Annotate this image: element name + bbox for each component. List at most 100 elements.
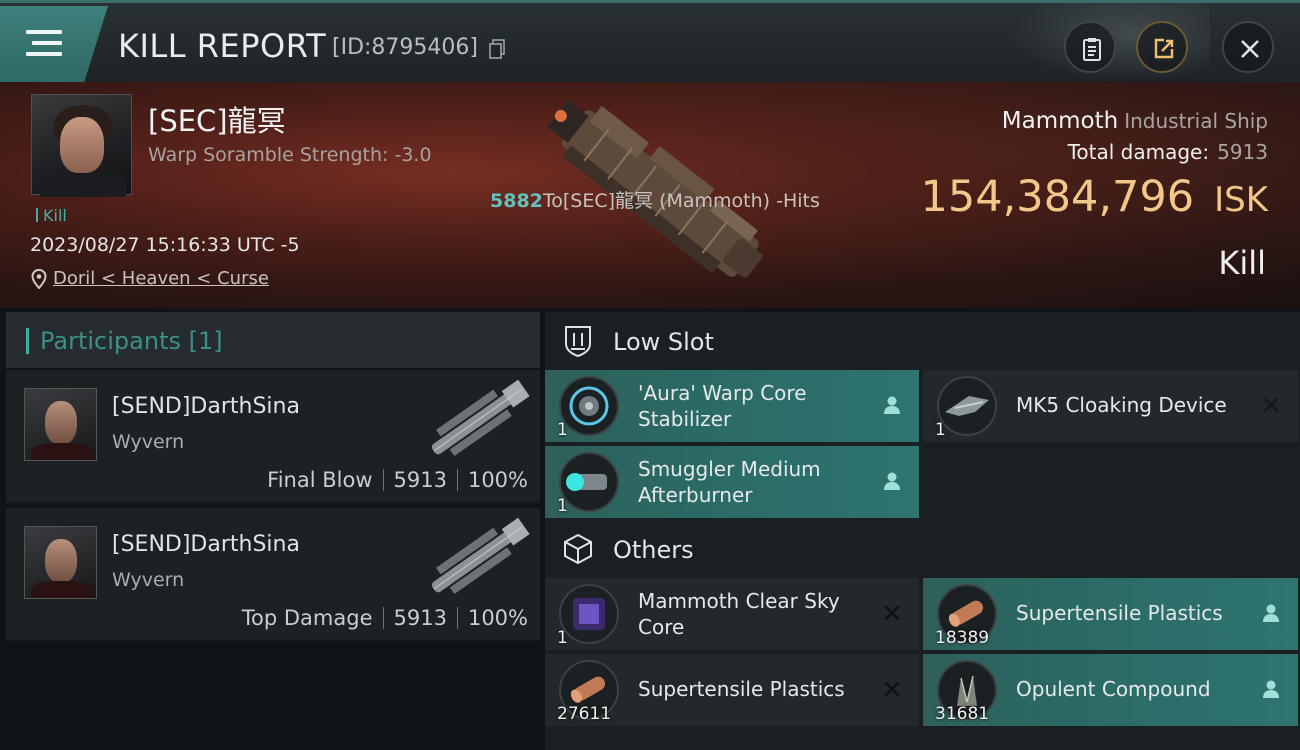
item-quantity: 27611	[557, 704, 612, 724]
report-id: [ID:8795406]	[332, 35, 478, 60]
participant-role: Top Damage	[241, 606, 373, 630]
participant-percent: 100%	[467, 606, 528, 630]
stats-divider	[382, 469, 384, 491]
item-name: MK5 Cloaking Device	[1016, 393, 1227, 417]
others-title: Others	[613, 536, 694, 564]
location-pin-icon	[31, 269, 47, 289]
box-icon	[564, 533, 592, 565]
close-icon	[1241, 40, 1259, 58]
person-icon	[1263, 680, 1279, 698]
avatar-face	[60, 117, 104, 173]
others-header: Others	[545, 520, 1300, 578]
item-quantity: 1	[557, 496, 568, 516]
item-name: Supertensile Plastics	[638, 677, 845, 701]
item-name: Mammoth Clear Sky Core	[638, 589, 840, 639]
participant-row[interactable]: [SEND]DarthSina Wyvern Top Damage 5913 100…	[6, 508, 540, 642]
person-icon	[884, 472, 900, 490]
avatar-body	[31, 581, 93, 598]
victim-avatar[interactable]	[31, 94, 132, 197]
item-mammoth-clear-sky-core[interactable]: 1 Mammoth Clear Sky Core	[545, 578, 919, 650]
avatar-shoulders	[40, 173, 126, 197]
participant-role: Final Blow	[267, 468, 373, 492]
total-damage-value: 5913	[1217, 140, 1268, 164]
item-smuggler-medium-afterburner[interactable]: 1 Smuggler Medium Afterburner	[545, 446, 919, 518]
participant-name: [SEND]DarthSina	[112, 394, 300, 419]
item-aura-warp-core-stabilizer[interactable]: 1 'Aura' Warp Core Stabilizer	[545, 370, 919, 442]
item-name: Supertensile Plastics	[1016, 601, 1223, 625]
stats-divider	[456, 607, 458, 629]
participant-stats: Final Blow 5913 100%	[267, 468, 528, 492]
victim-ship-class: Industrial Ship	[1124, 109, 1268, 133]
item-name: Smuggler Medium Afterburner	[638, 457, 821, 507]
menu-button[interactable]	[0, 6, 108, 82]
stats-divider	[382, 607, 384, 629]
destroyed-x-icon	[884, 681, 900, 697]
victim-ship-name[interactable]: Mammoth	[1002, 108, 1118, 134]
hamburger-icon-line	[26, 52, 62, 56]
participant-avatar[interactable]	[24, 526, 97, 599]
item-quantity: 1	[557, 420, 568, 440]
item-opulent-compound[interactable]: 31681 Opulent Compound	[923, 654, 1298, 726]
participant-row[interactable]: [SEND]DarthSina Wyvern Final Blow 5913 100…	[6, 370, 540, 504]
item-quantity: 1	[557, 628, 568, 648]
item-mk5-cloaking-device[interactable]: 1 MK5 Cloaking Device	[923, 370, 1298, 442]
hits-info: 5882To[SEC]龍冥 (Mammoth) -Hits	[490, 186, 820, 213]
isk-value-line: 154,384,796 ISK	[921, 172, 1268, 222]
copy-icon[interactable]	[488, 39, 506, 59]
warp-core-stabilizer-icon	[559, 376, 619, 436]
avatar-face	[45, 539, 77, 583]
page-title: KILL REPORT	[118, 27, 327, 65]
items-panel: Low Slot 1 'Aura' Warp Core Stabilizer 1…	[545, 312, 1300, 750]
participant-ship: Wyvern	[112, 569, 185, 591]
item-quantity: 31681	[935, 704, 990, 724]
clipboard-icon	[1083, 38, 1101, 61]
destroyed-x-icon	[884, 605, 900, 621]
low-slot-header: Low Slot	[545, 312, 1300, 370]
top-bar: KILL REPORT [ID:8795406]	[0, 0, 1300, 83]
participant-name: [SEND]DarthSina	[112, 532, 300, 557]
participants-title: Participants [1]	[40, 327, 223, 355]
participants-panel: Participants [1] [SEND]DarthSina Wyvern …	[6, 312, 540, 750]
hits-text: To[SEC]龍冥 (Mammoth) -Hits	[542, 190, 820, 212]
hamburger-icon	[26, 30, 62, 34]
kill-timestamp: 2023/08/27 15:16:33 UTC -5	[30, 234, 300, 256]
share-button[interactable]	[1136, 21, 1188, 73]
participants-header-accent	[26, 328, 29, 354]
low-slot-title: Low Slot	[613, 328, 714, 356]
wyvern-ship-image	[431, 379, 530, 457]
participant-stats: Top Damage 5913 100%	[242, 606, 528, 630]
participant-percent: 100%	[467, 468, 528, 492]
avatar-body	[31, 443, 93, 460]
isk-value: 154,384,796	[920, 172, 1195, 222]
close-button[interactable]	[1222, 21, 1274, 73]
avatar-face	[45, 401, 77, 445]
hamburger-icon-line	[32, 41, 62, 45]
participant-damage: 5913	[393, 606, 447, 630]
afterburner-icon	[559, 452, 619, 512]
stats-divider	[456, 469, 458, 491]
person-icon	[884, 396, 900, 414]
participants-header: Participants [1]	[6, 312, 540, 368]
total-damage-label: Total damage:	[1067, 140, 1210, 164]
item-supertensile-plastics-dropped[interactable]: 18389 Supertensile Plastics	[923, 578, 1298, 650]
isk-unit: ISK	[1214, 180, 1268, 220]
avatar-hair	[54, 105, 112, 143]
kill-location-link[interactable]: Doril < Heaven < Curse	[53, 268, 269, 289]
person-icon	[1263, 604, 1279, 622]
destroyed-x-icon	[1263, 397, 1279, 413]
clear-sky-core-icon	[559, 584, 619, 644]
hits-count: 5882	[490, 190, 543, 212]
low-slot-icon	[565, 326, 591, 358]
participant-avatar[interactable]	[24, 388, 97, 461]
item-quantity: 18389	[935, 628, 990, 648]
cloaking-device-icon	[937, 376, 997, 436]
share-icon	[1154, 38, 1174, 59]
warp-scramble-strength: Warp Soramble Strength: -3.0	[148, 144, 432, 166]
item-supertensile-plastics-destroyed[interactable]: 27611 Supertensile Plastics	[545, 654, 919, 726]
victim-name[interactable]: [SEC]龍冥	[148, 98, 286, 140]
item-quantity: 1	[935, 420, 946, 440]
kill-banner: [SEC]龍冥 Warp Soramble Strength: -3.0 Kil…	[0, 82, 1300, 308]
clipboard-button[interactable]	[1064, 21, 1116, 73]
item-name: Opulent Compound	[1016, 677, 1211, 701]
victim-ship-info: Mammoth Industrial Ship	[1002, 108, 1268, 134]
